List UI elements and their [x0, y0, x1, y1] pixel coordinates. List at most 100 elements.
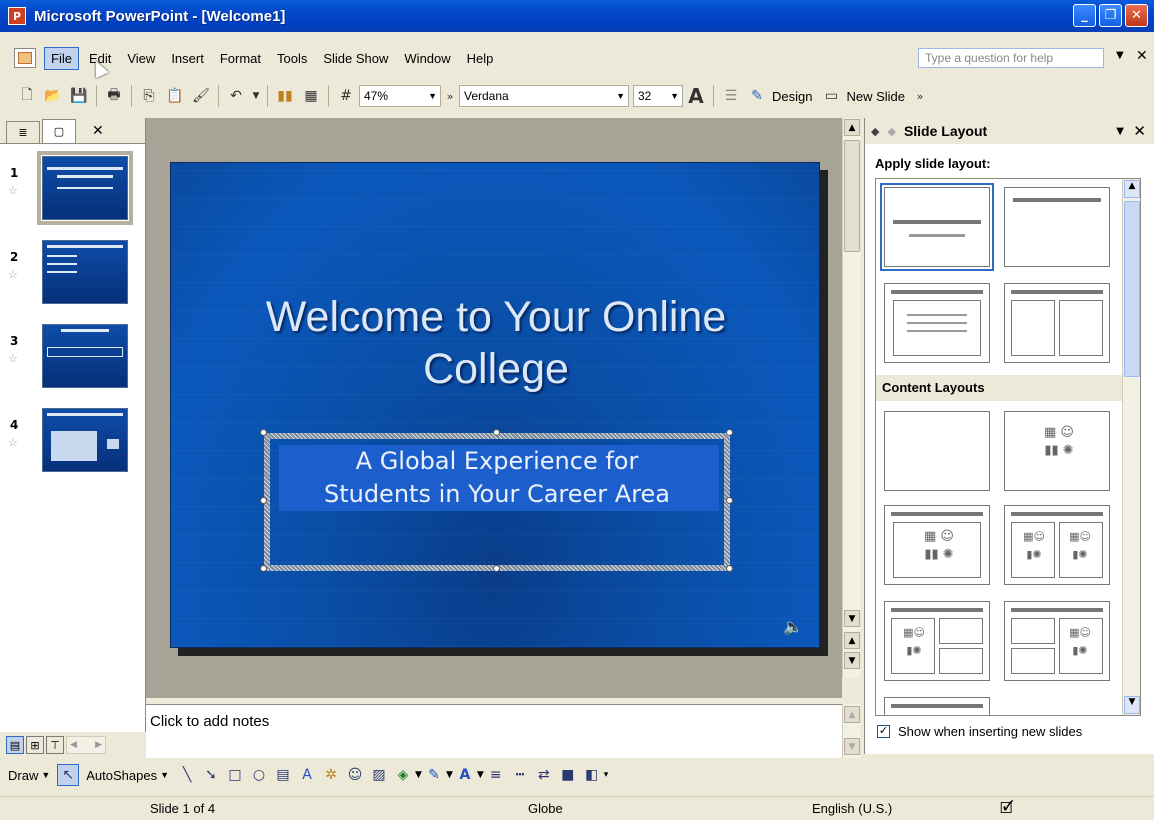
new-icon[interactable]: 🗋: [16, 85, 38, 107]
slide-thumbnail-row[interactable]: 3 ☆: [0, 324, 146, 400]
slide-show-view-icon[interactable]: ⊤: [46, 736, 64, 754]
font-size-dropdown-icon[interactable]: ▼: [670, 91, 679, 101]
slide-thumbnail[interactable]: [42, 408, 128, 472]
font-color-dropdown-icon[interactable]: ▼: [477, 770, 484, 780]
slide-subtitle[interactable]: A Global Experience for Students in Your…: [271, 445, 723, 511]
text-box-icon[interactable]: ▤: [272, 764, 294, 786]
insert-chart-icon[interactable]: ▮▮: [274, 85, 296, 107]
toolbar-options-icon[interactable]: »: [443, 85, 457, 107]
help-search-input[interactable]: Type a question for help: [918, 48, 1104, 68]
scroll-left-icon[interactable]: ◀: [70, 740, 77, 750]
dash-style-icon[interactable]: ┅: [509, 764, 531, 786]
layout-title-content-and-two-content[interactable]: ▦☺ ▮✺: [884, 601, 990, 681]
resize-handle[interactable]: [493, 429, 500, 436]
resize-handle[interactable]: [260, 429, 267, 436]
design-button[interactable]: Design: [772, 89, 812, 104]
zoom-combo[interactable]: 47% ▼: [359, 85, 441, 107]
autoshapes-menu-button[interactable]: AutoShapes ▼: [86, 768, 169, 783]
font-dropdown-icon[interactable]: ▼: [616, 91, 625, 101]
show-on-insert-option[interactable]: ✓ Show when inserting new slides: [877, 724, 1082, 739]
format-painter-icon[interactable]: 🖌: [190, 85, 212, 107]
toolbar-more-icon[interactable]: ▾: [604, 770, 609, 780]
font-size-combo[interactable]: 32 ▼: [633, 85, 683, 107]
menu-help[interactable]: Help: [461, 48, 500, 69]
design-icon[interactable]: ✎: [746, 85, 768, 107]
slide-thumbnail[interactable]: [42, 324, 128, 388]
scroll-down-icon[interactable]: ▼: [844, 610, 860, 627]
notes-scrollbar[interactable]: ▲ ▼: [842, 704, 860, 758]
close-button[interactable]: ✕: [1125, 4, 1148, 27]
layout-gallery-scrollbar[interactable]: ▲ ▼: [1122, 179, 1140, 715]
menu-window[interactable]: Window: [398, 48, 456, 69]
close-document-icon[interactable]: ✕: [1136, 48, 1148, 64]
restore-button[interactable]: ❐: [1099, 4, 1122, 27]
oval-icon[interactable]: ○: [248, 764, 270, 786]
increase-font-size-icon[interactable]: A: [685, 84, 707, 108]
clip-art-icon[interactable]: ☺: [344, 764, 366, 786]
arrow-icon[interactable]: ➘: [200, 764, 222, 786]
gallery-scroll-thumb[interactable]: [1124, 201, 1140, 377]
layout-title-and-four-content[interactable]: [884, 697, 990, 715]
line-color-icon[interactable]: ✎: [423, 764, 445, 786]
layout-blank[interactable]: [884, 411, 990, 491]
forward-icon[interactable]: ◆: [887, 125, 895, 138]
layout-title-only[interactable]: [1004, 187, 1110, 267]
rectangle-icon[interactable]: □: [224, 764, 246, 786]
slide-canvas[interactable]: Welcome to Your Online College A Global …: [170, 162, 820, 648]
close-pane-icon[interactable]: ✕: [92, 123, 104, 139]
zoom-dropdown-icon[interactable]: ▼: [428, 91, 437, 101]
menu-file[interactable]: File: [44, 46, 79, 70]
horizontal-scrollbar[interactable]: ◀ ▶: [66, 736, 106, 754]
tab-slides[interactable]: ▢: [42, 119, 76, 143]
select-objects-icon[interactable]: ↖: [57, 764, 80, 786]
new-slide-icon[interactable]: ▭: [820, 85, 842, 107]
scroll-up-icon[interactable]: ▲: [844, 119, 860, 136]
insert-picture-icon[interactable]: ▨: [368, 764, 390, 786]
resize-handle[interactable]: [260, 497, 267, 504]
show-grid-icon[interactable]: #: [335, 85, 357, 107]
gallery-scroll-down-icon[interactable]: ▼: [1124, 696, 1140, 714]
diagram-icon[interactable]: ✲: [320, 764, 342, 786]
document-icon[interactable]: [14, 48, 36, 68]
scroll-thumb[interactable]: [844, 140, 860, 252]
help-dropdown-icon[interactable]: ▼: [1116, 50, 1124, 61]
slide-thumbnail-row[interactable]: 1 ☆: [0, 151, 146, 232]
slide-thumbnail[interactable]: [37, 151, 133, 225]
menu-insert[interactable]: Insert: [165, 48, 210, 69]
slide-thumbnail-row[interactable]: 4 ☆: [0, 408, 146, 484]
menu-view[interactable]: View: [121, 48, 161, 69]
layout-title-slide[interactable]: [880, 183, 994, 271]
decrease-indent-icon[interactable]: ☰: [720, 85, 742, 107]
open-icon[interactable]: 📂: [42, 85, 64, 107]
arrow-style-icon[interactable]: ⇄: [533, 764, 555, 786]
menu-slide-show[interactable]: Slide Show: [317, 48, 394, 69]
layout-content[interactable]: ▦ ☺ ▮▮ ✺: [1004, 411, 1110, 491]
copy-icon[interactable]: ⎘: [138, 85, 160, 107]
layout-two-column-text[interactable]: [1004, 283, 1110, 363]
line-style-icon[interactable]: ≡: [485, 764, 507, 786]
normal-view-icon[interactable]: ▤: [6, 736, 24, 754]
notes-scroll-up-icon[interactable]: ▲: [844, 706, 860, 723]
fill-color-icon[interactable]: ◈: [392, 764, 414, 786]
task-pane-menu-icon[interactable]: ▼: [1116, 126, 1124, 137]
font-color-icon[interactable]: A: [454, 764, 476, 786]
slide-sorter-view-icon[interactable]: ⊞: [26, 736, 44, 754]
slide-thumbnail-row[interactable]: 2 ☆: [0, 240, 146, 316]
previous-slide-icon[interactable]: ▲: [844, 632, 860, 649]
line-color-dropdown-icon[interactable]: ▼: [446, 770, 453, 780]
save-icon[interactable]: 💾: [68, 85, 90, 107]
spelling-check-icon[interactable]: 🗹: [1000, 798, 1013, 820]
draw-menu-button[interactable]: Draw ▼: [8, 768, 50, 783]
resize-handle[interactable]: [726, 497, 733, 504]
3d-style-icon[interactable]: ◧: [581, 764, 603, 786]
next-slide-icon[interactable]: ▼: [844, 652, 860, 669]
minimize-button[interactable]: _: [1073, 4, 1096, 27]
task-pane-close-icon[interactable]: ✕: [1133, 122, 1146, 140]
scroll-right-icon[interactable]: ▶: [95, 740, 102, 750]
notes-scroll-down-icon[interactable]: ▼: [844, 738, 860, 755]
slide-scrollbar[interactable]: ▲ ▼ ▲ ▼: [842, 118, 860, 678]
undo-dropdown-icon[interactable]: ▼: [251, 85, 261, 107]
toolbar-overflow-icon[interactable]: »: [913, 85, 927, 107]
wordart-icon[interactable]: A: [296, 764, 318, 786]
powerpoint-app-icon[interactable]: P: [8, 7, 26, 25]
